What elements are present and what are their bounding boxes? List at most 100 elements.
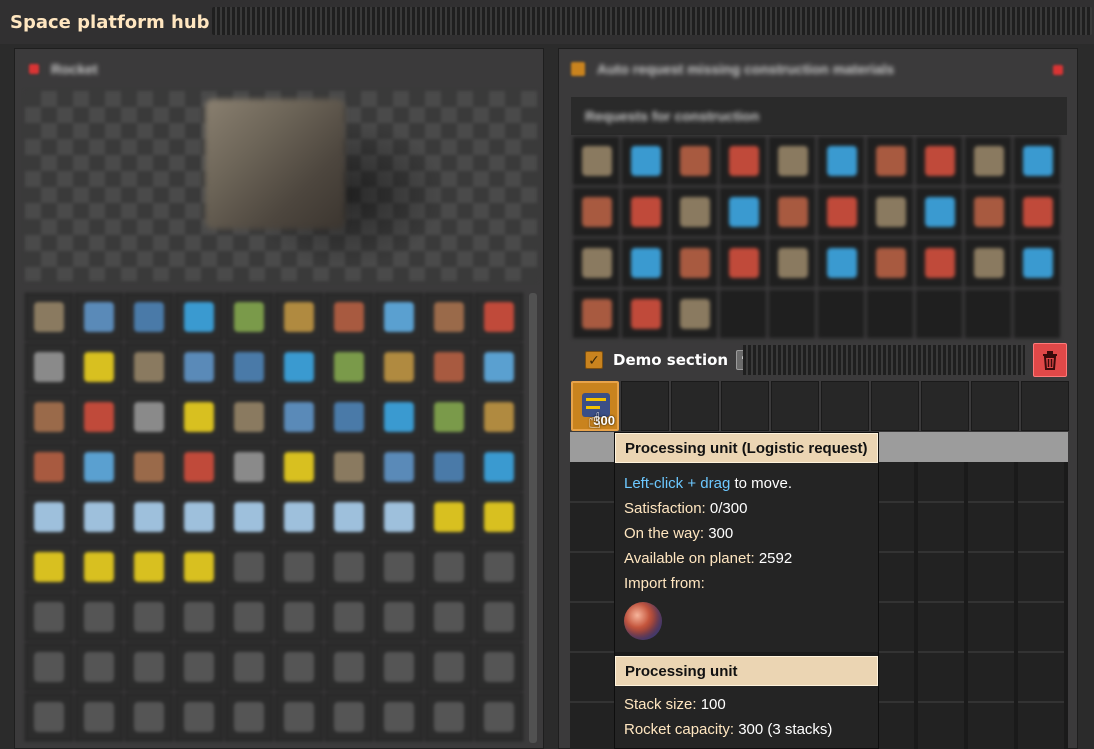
inventory-slot[interactable] <box>175 543 223 591</box>
inventory-slot[interactable] <box>25 643 73 691</box>
inventory-slot[interactable] <box>275 393 323 441</box>
request-slot[interactable] <box>721 381 769 431</box>
inventory-slot[interactable] <box>275 643 323 691</box>
inventory-slot[interactable] <box>75 493 123 541</box>
inventory-slot[interactable] <box>75 393 123 441</box>
inventory-slot[interactable] <box>275 593 323 641</box>
construction-request-slot[interactable] <box>867 137 913 185</box>
inventory-slot[interactable] <box>425 593 473 641</box>
inventory-slot[interactable] <box>275 443 323 491</box>
construction-request-slot[interactable] <box>622 188 668 236</box>
inventory-slot[interactable] <box>375 643 423 691</box>
inventory-slot[interactable] <box>175 443 223 491</box>
inventory-slot[interactable] <box>25 443 73 491</box>
inventory-slot[interactable] <box>25 393 73 441</box>
section-enabled-checkbox[interactable]: ✓ <box>585 351 603 369</box>
inventory-slot[interactable] <box>225 543 273 591</box>
inventory-slot[interactable] <box>125 343 173 391</box>
inventory-slot[interactable] <box>275 693 323 741</box>
inventory-slot[interactable] <box>125 443 173 491</box>
construction-request-slot[interactable] <box>769 188 815 236</box>
construction-request-slot[interactable] <box>573 239 619 287</box>
delete-section-button[interactable] <box>1033 343 1067 377</box>
construction-request-slot[interactable] <box>965 239 1011 287</box>
request-slot[interactable] <box>1021 381 1069 431</box>
inventory-slot[interactable] <box>75 593 123 641</box>
inventory-slot[interactable] <box>325 693 373 741</box>
inventory-slot[interactable] <box>475 293 523 341</box>
construction-request-slot[interactable] <box>916 137 962 185</box>
construction-request-slot[interactable] <box>818 188 864 236</box>
construction-request-slot[interactable] <box>573 188 619 236</box>
request-slot[interactable] <box>921 381 969 431</box>
inventory-slot[interactable] <box>175 343 223 391</box>
close-dot-icon[interactable] <box>1053 65 1063 75</box>
request-slot[interactable] <box>621 381 669 431</box>
inventory-slot[interactable] <box>375 543 423 591</box>
inventory-slot[interactable] <box>125 593 173 641</box>
inventory-slot[interactable] <box>75 443 123 491</box>
inventory-slot[interactable] <box>375 693 423 741</box>
construction-request-slot[interactable] <box>916 290 962 338</box>
inventory-slot[interactable] <box>325 293 373 341</box>
request-slot[interactable] <box>871 381 919 431</box>
inventory-slot[interactable] <box>125 643 173 691</box>
construction-request-slot[interactable] <box>818 137 864 185</box>
inventory-slot[interactable] <box>75 293 123 341</box>
inventory-slot[interactable] <box>225 393 273 441</box>
inventory-slot[interactable] <box>475 393 523 441</box>
construction-request-slot[interactable] <box>1014 239 1060 287</box>
request-slot[interactable] <box>771 381 819 431</box>
construction-request-slot[interactable] <box>818 290 864 338</box>
inventory-slot[interactable] <box>225 693 273 741</box>
construction-request-slot[interactable] <box>867 290 913 338</box>
inventory-slot[interactable] <box>275 343 323 391</box>
inventory-slot[interactable] <box>375 293 423 341</box>
inventory-slot[interactable] <box>475 343 523 391</box>
inventory-slot[interactable] <box>275 293 323 341</box>
construction-request-slot[interactable] <box>671 137 717 185</box>
inventory-slot[interactable] <box>325 543 373 591</box>
inventory-slot[interactable] <box>475 443 523 491</box>
inventory-slot[interactable] <box>25 593 73 641</box>
inventory-slot[interactable] <box>225 493 273 541</box>
construction-request-slot[interactable] <box>622 137 668 185</box>
inventory-slot[interactable] <box>25 343 73 391</box>
inventory-slot[interactable] <box>325 593 373 641</box>
construction-request-slot[interactable] <box>769 290 815 338</box>
construction-request-slot[interactable] <box>671 290 717 338</box>
construction-request-slot[interactable] <box>720 239 766 287</box>
construction-request-slot[interactable] <box>867 239 913 287</box>
inventory-slot[interactable] <box>425 443 473 491</box>
inventory-slot[interactable] <box>225 643 273 691</box>
title-drag-handle[interactable] <box>212 7 1092 35</box>
inventory-slot[interactable] <box>25 543 73 591</box>
construction-request-slot[interactable] <box>769 239 815 287</box>
construction-request-slot[interactable] <box>720 290 766 338</box>
inventory-slot[interactable] <box>125 493 173 541</box>
construction-request-slot[interactable] <box>671 239 717 287</box>
construction-request-slot[interactable] <box>1014 137 1060 185</box>
construction-request-slot[interactable] <box>573 290 619 338</box>
construction-request-slot[interactable] <box>720 188 766 236</box>
inventory-slot[interactable] <box>275 543 323 591</box>
inventory-slot[interactable] <box>175 293 223 341</box>
construction-request-slot[interactable] <box>965 188 1011 236</box>
inventory-slot[interactable] <box>325 443 373 491</box>
inventory-slot[interactable] <box>375 493 423 541</box>
construction-request-slot[interactable] <box>622 290 668 338</box>
inventory-slot[interactable] <box>325 493 373 541</box>
inventory-slot[interactable] <box>75 543 123 591</box>
inventory-slot[interactable] <box>25 493 73 541</box>
inventory-slot[interactable] <box>75 693 123 741</box>
construction-request-slot[interactable] <box>965 290 1011 338</box>
construction-request-slot[interactable] <box>671 188 717 236</box>
construction-request-slot[interactable] <box>622 239 668 287</box>
inventory-slot[interactable] <box>425 493 473 541</box>
inventory-slot[interactable] <box>375 393 423 441</box>
inventory-slot[interactable] <box>75 643 123 691</box>
inventory-slot[interactable] <box>475 493 523 541</box>
construction-request-slot[interactable] <box>867 188 913 236</box>
inventory-slot[interactable] <box>325 643 373 691</box>
inventory-slot[interactable] <box>375 443 423 491</box>
